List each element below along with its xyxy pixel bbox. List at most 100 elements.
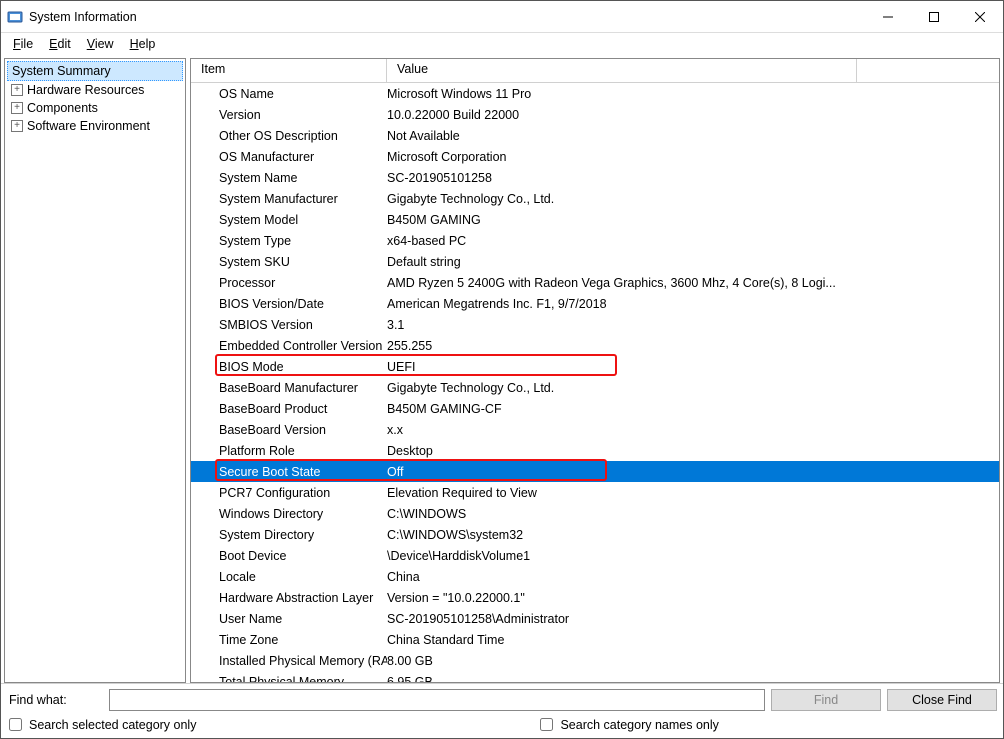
table-row[interactable]: ProcessorAMD Ryzen 5 2400G with Radeon V… — [191, 272, 999, 293]
table-row[interactable]: System SKUDefault string — [191, 251, 999, 272]
find-input[interactable] — [109, 689, 765, 711]
table-row[interactable]: System ManufacturerGigabyte Technology C… — [191, 188, 999, 209]
expand-icon[interactable]: + — [11, 84, 23, 96]
table-row[interactable]: BIOS Version/DateAmerican Megatrends Inc… — [191, 293, 999, 314]
cell-value: China — [387, 570, 857, 584]
cell-item: Other OS Description — [191, 129, 387, 143]
cell-item: Total Physical Memory — [191, 675, 387, 683]
table-row[interactable]: Installed Physical Memory (RAM)8.00 GB — [191, 650, 999, 671]
cell-value: 3.1 — [387, 318, 857, 332]
table-row[interactable]: Platform RoleDesktop — [191, 440, 999, 461]
table-row[interactable]: System Typex64-based PC — [191, 230, 999, 251]
cell-value: UEFI — [387, 360, 857, 374]
tree-item-system-summary[interactable]: System Summary — [7, 61, 183, 81]
cell-item: BaseBoard Manufacturer — [191, 381, 387, 395]
table-row[interactable]: User NameSC-201905101258\Administrator — [191, 608, 999, 629]
cell-item: System Manufacturer — [191, 192, 387, 206]
table-row[interactable]: Embedded Controller Version255.255 — [191, 335, 999, 356]
list-body[interactable]: OS NameMicrosoft Windows 11 ProVersion10… — [191, 83, 999, 682]
table-row[interactable]: System ModelB450M GAMING — [191, 209, 999, 230]
cell-value: 10.0.22000 Build 22000 — [387, 108, 857, 122]
cell-item: Windows Directory — [191, 507, 387, 521]
expand-icon[interactable]: + — [11, 120, 23, 132]
list-header: Item Value — [191, 59, 999, 83]
cell-value: B450M GAMING — [387, 213, 857, 227]
table-row[interactable]: OS ManufacturerMicrosoft Corporation — [191, 146, 999, 167]
cell-item: Hardware Abstraction Layer — [191, 591, 387, 605]
cell-item: BIOS Mode — [191, 360, 387, 374]
checkbox-search-category-names[interactable]: Search category names only — [536, 715, 718, 734]
cell-value: Desktop — [387, 444, 857, 458]
table-row[interactable]: SMBIOS Version3.1 — [191, 314, 999, 335]
cell-value: \Device\HarddiskVolume1 — [387, 549, 857, 563]
find-label: Find what: — [7, 693, 103, 707]
cell-value: x64-based PC — [387, 234, 857, 248]
cell-value: AMD Ryzen 5 2400G with Radeon Vega Graph… — [387, 276, 857, 290]
cell-value: SC-201905101258 — [387, 171, 857, 185]
cell-value: Not Available — [387, 129, 857, 143]
expand-icon[interactable]: + — [11, 102, 23, 114]
table-row[interactable]: Boot Device\Device\HarddiskVolume1 — [191, 545, 999, 566]
table-row[interactable]: Windows DirectoryC:\WINDOWS — [191, 503, 999, 524]
table-row[interactable]: Hardware Abstraction LayerVersion = "10.… — [191, 587, 999, 608]
tree-item[interactable]: +Software Environment — [7, 117, 183, 135]
cell-value: 6.95 GB — [387, 675, 857, 683]
titlebar: System Information — [1, 1, 1003, 33]
table-row[interactable]: BIOS ModeUEFI — [191, 356, 999, 377]
checkbox-category-names-input[interactable] — [540, 718, 553, 731]
table-row[interactable]: System DirectoryC:\WINDOWS\system32 — [191, 524, 999, 545]
cell-item: Version — [191, 108, 387, 122]
column-header-item[interactable]: Item — [191, 59, 387, 82]
find-button[interactable]: Find — [771, 689, 881, 711]
close-button[interactable] — [957, 1, 1003, 32]
close-find-button[interactable]: Close Find — [887, 689, 997, 711]
table-row[interactable]: Time ZoneChina Standard Time — [191, 629, 999, 650]
tree-item-label: Components — [27, 101, 98, 115]
cell-item: Locale — [191, 570, 387, 584]
column-header-value[interactable]: Value — [387, 59, 857, 82]
tree-item[interactable]: +Hardware Resources — [7, 81, 183, 99]
maximize-button[interactable] — [911, 1, 957, 32]
menu-help[interactable]: Help — [122, 35, 164, 53]
checkbox-selected-category-input[interactable] — [9, 718, 22, 731]
details-list: Item Value OS NameMicrosoft Windows 11 P… — [190, 58, 1000, 683]
cell-value: Microsoft Windows 11 Pro — [387, 87, 857, 101]
table-row[interactable]: Version10.0.22000 Build 22000 — [191, 104, 999, 125]
table-row[interactable]: PCR7 ConfigurationElevation Required to … — [191, 482, 999, 503]
client-area: System Summary +Hardware Resources+Compo… — [1, 55, 1003, 683]
table-row[interactable]: BaseBoard ProductB450M GAMING-CF — [191, 398, 999, 419]
cell-item: BaseBoard Version — [191, 423, 387, 437]
cell-value: C:\WINDOWS — [387, 507, 857, 521]
cell-item: System Directory — [191, 528, 387, 542]
checkbox-search-selected-category[interactable]: Search selected category only — [5, 715, 196, 734]
table-row[interactable]: Total Physical Memory6.95 GB — [191, 671, 999, 682]
cell-value: Default string — [387, 255, 857, 269]
cell-item: Secure Boot State — [191, 465, 387, 479]
cell-item: OS Name — [191, 87, 387, 101]
menu-edit[interactable]: Edit — [41, 35, 79, 53]
cell-item: Platform Role — [191, 444, 387, 458]
table-row[interactable]: System NameSC-201905101258 — [191, 167, 999, 188]
cell-value: Version = "10.0.22000.1" — [387, 591, 857, 605]
menu-view[interactable]: View — [79, 35, 122, 53]
table-row[interactable]: LocaleChina — [191, 566, 999, 587]
minimize-button[interactable] — [865, 1, 911, 32]
table-row[interactable]: Secure Boot StateOff — [191, 461, 999, 482]
navigation-tree[interactable]: System Summary +Hardware Resources+Compo… — [4, 58, 186, 683]
table-row[interactable]: OS NameMicrosoft Windows 11 Pro — [191, 83, 999, 104]
cell-item: System Type — [191, 234, 387, 248]
cell-item: System Name — [191, 171, 387, 185]
cell-value: 8.00 GB — [387, 654, 857, 668]
cell-item: OS Manufacturer — [191, 150, 387, 164]
cell-item: PCR7 Configuration — [191, 486, 387, 500]
tree-item[interactable]: + Components — [7, 99, 183, 117]
tree-root-label: System Summary — [12, 64, 111, 78]
menu-file[interactable]: File — [5, 35, 41, 53]
cell-item: Time Zone — [191, 633, 387, 647]
find-options: Search selected category only Search cat… — [1, 713, 1003, 738]
table-row[interactable]: BaseBoard Versionx.x — [191, 419, 999, 440]
cell-item: System Model — [191, 213, 387, 227]
table-row[interactable]: Other OS DescriptionNot Available — [191, 125, 999, 146]
cell-value: C:\WINDOWS\system32 — [387, 528, 857, 542]
table-row[interactable]: BaseBoard ManufacturerGigabyte Technolog… — [191, 377, 999, 398]
